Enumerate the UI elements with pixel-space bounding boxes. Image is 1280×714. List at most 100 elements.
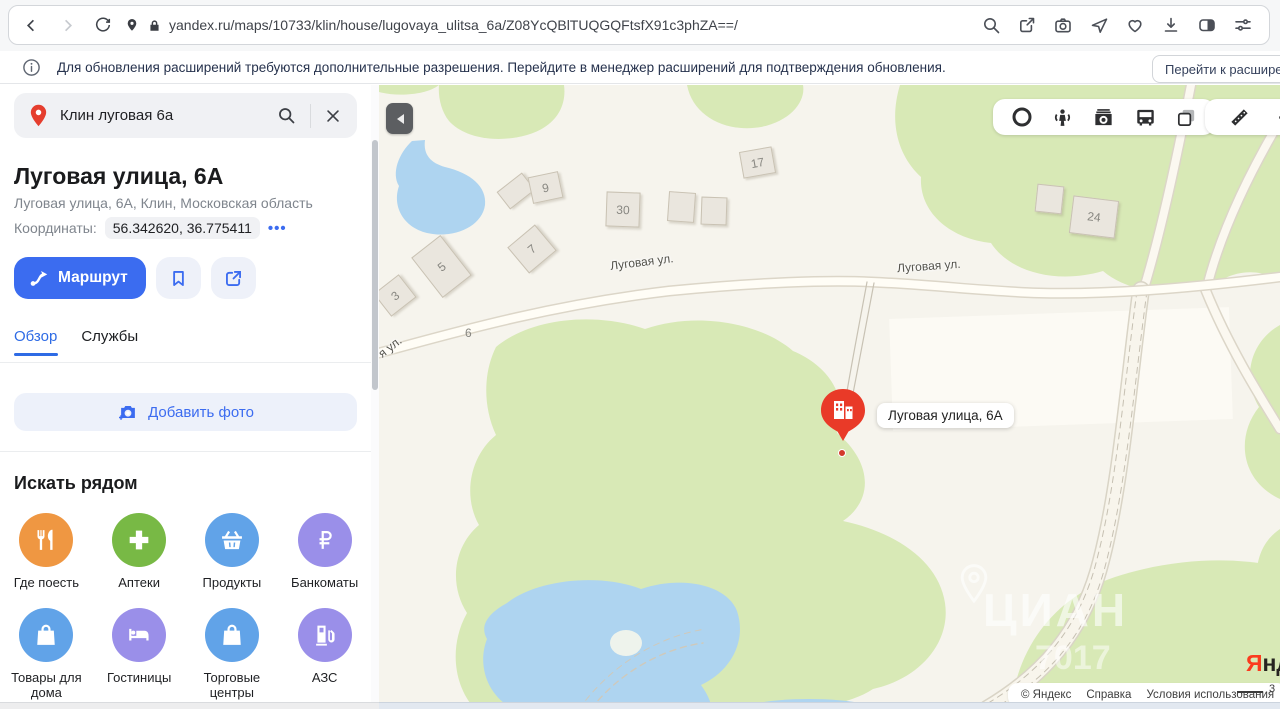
- nearby-category[interactable]: АЗС: [278, 604, 371, 700]
- address-bar[interactable]: yandex.ru/maps/10733/klin/house/lugovaya…: [8, 5, 1270, 45]
- route-icon: [28, 267, 50, 289]
- layers-icon[interactable]: [1010, 105, 1034, 129]
- bookmark-icon: [168, 268, 189, 289]
- search-divider: [310, 104, 311, 128]
- pharmacy-icon: [112, 513, 166, 567]
- panoramas-icon[interactable]: [1051, 105, 1075, 129]
- divider: [0, 362, 371, 363]
- map-house[interactable]: [1035, 184, 1065, 215]
- nearby-category-label: Продукты: [203, 575, 262, 590]
- tab-services[interactable]: Службы: [81, 328, 138, 345]
- bottom-strip-left: [0, 702, 379, 709]
- nearby-category-label: Банкоматы: [291, 575, 358, 590]
- page-title: Луговая улица, 6А: [14, 163, 223, 190]
- mirrors-icon[interactable]: [1174, 105, 1198, 129]
- favorites-icon[interactable]: [1124, 15, 1145, 36]
- nearby-category-label: АЗС: [312, 670, 338, 685]
- search-icon[interactable]: [276, 105, 297, 126]
- map-house[interactable]: [701, 197, 728, 226]
- photos-icon[interactable]: [1092, 105, 1116, 129]
- notification-message: Для обновления расширений требуются допо…: [57, 60, 946, 75]
- info-icon: [22, 58, 41, 77]
- placemark[interactable]: [820, 388, 866, 444]
- add-photo-label: Добавить фото: [148, 404, 254, 421]
- sidebar-scrollbar: [371, 85, 379, 702]
- sidepanel-icon[interactable]: [1196, 15, 1217, 36]
- tab-overview[interactable]: Обзор: [14, 328, 57, 345]
- browser-toolbar: yandex.ru/maps/10733/klin/house/lugovaya…: [0, 0, 1280, 51]
- route-button[interactable]: Маршрут: [14, 257, 146, 299]
- coords-more-button[interactable]: •••: [268, 220, 287, 237]
- route-label: Маршрут: [58, 269, 128, 287]
- yandex-logo-letter: Я: [1246, 650, 1263, 676]
- search-input[interactable]: Клин луговая 6а: [14, 93, 357, 138]
- nearby-category[interactable]: Аптеки: [93, 509, 186, 590]
- url-text[interactable]: yandex.ru/maps/10733/klin/house/lugovaya…: [169, 17, 738, 33]
- scrollbar-thumb[interactable]: [372, 140, 378, 390]
- mall-icon: [205, 608, 259, 662]
- nearby-category[interactable]: Товары для дома: [0, 604, 93, 700]
- nearby-category[interactable]: Торговые центры: [186, 604, 279, 700]
- yandex-logo: Янд: [1246, 650, 1280, 677]
- nearby-category-label: Где поесть: [14, 575, 79, 590]
- go-to-extensions-button[interactable]: Перейти к расшире: [1152, 55, 1280, 83]
- sidebar: Клин луговая 6а Луговая улица, 6А Лугова…: [0, 85, 371, 709]
- map-house[interactable]: [667, 191, 696, 223]
- yandex-logo-rest: нд: [1263, 650, 1280, 676]
- copyright: © Яндекс: [1021, 689, 1071, 701]
- map-tools: [1205, 99, 1280, 135]
- bookmark-button[interactable]: [156, 257, 201, 299]
- collections-icon[interactable]: [1016, 15, 1037, 36]
- map-house[interactable]: 17: [739, 146, 776, 178]
- map-scale-label: 3: [1269, 683, 1275, 695]
- bottom-strip-right: [379, 702, 1280, 709]
- downloads-icon[interactable]: [1160, 15, 1181, 36]
- bag-icon: [19, 608, 73, 662]
- collapse-sidebar-button[interactable]: [386, 103, 413, 134]
- lock-icon: [148, 18, 161, 33]
- add-photo-button[interactable]: Добавить фото: [14, 393, 357, 431]
- more-icon[interactable]: [1275, 105, 1280, 129]
- atm-icon: [298, 513, 352, 567]
- reload-icon[interactable]: [93, 15, 113, 35]
- transport-icon[interactable]: [1133, 105, 1157, 129]
- search-icon[interactable]: [980, 15, 1001, 36]
- send-icon[interactable]: [1088, 15, 1109, 36]
- ruler-icon[interactable]: [1227, 105, 1251, 129]
- help-link[interactable]: Справка: [1086, 689, 1131, 701]
- nearby-category[interactable]: Где поесть: [0, 509, 93, 590]
- screenshot-icon[interactable]: [1052, 15, 1073, 36]
- close-icon[interactable]: [324, 107, 342, 125]
- external-link-icon: [223, 268, 244, 289]
- nearby-category[interactable]: Продукты: [186, 509, 279, 590]
- nearby-categories: Где поесть Аптеки Продукты Банкоматы Товары …: [0, 509, 371, 714]
- fuel-icon: [298, 608, 352, 662]
- search-query[interactable]: Клин луговая 6а: [60, 107, 276, 124]
- divider: [0, 451, 371, 452]
- nearby-heading: Искать рядом: [14, 473, 138, 494]
- forward-icon[interactable]: [57, 15, 77, 35]
- geo-pin-icon: [29, 104, 48, 127]
- browser-actions: [980, 15, 1269, 36]
- watermark-code: 7017: [1035, 639, 1111, 678]
- back-icon[interactable]: [21, 15, 41, 35]
- placemark-dot: [838, 449, 846, 457]
- map-scale-bar: [1237, 691, 1263, 693]
- nearby-category[interactable]: Гостиницы: [93, 604, 186, 700]
- nearby-category[interactable]: Банкоматы: [278, 509, 371, 590]
- active-tab-underline: [14, 353, 58, 356]
- map-canvas[interactable]: 17930753246 Луговая ул.Луговая ул.я ул. …: [379, 85, 1280, 709]
- nearby-category-label: Торговые центры: [189, 670, 275, 700]
- map-house[interactable]: 24: [1069, 195, 1119, 238]
- extension-notification-bar: Для обновления расширений требуются допо…: [0, 51, 1280, 84]
- coords-value[interactable]: 56.342620, 36.775411: [105, 217, 260, 239]
- grocery-icon: [205, 513, 259, 567]
- chevron-left-icon: [392, 114, 404, 124]
- map-controls: [993, 99, 1215, 135]
- map-house[interactable]: 30: [605, 191, 640, 227]
- share-button[interactable]: [211, 257, 256, 299]
- nearby-category-label: Аптеки: [118, 575, 160, 590]
- place-address: Луговая улица, 6А, Клин, Московская обла…: [14, 195, 313, 211]
- settings-icon[interactable]: [1232, 15, 1253, 36]
- placemark-label[interactable]: Луговая улица, 6А: [877, 403, 1014, 428]
